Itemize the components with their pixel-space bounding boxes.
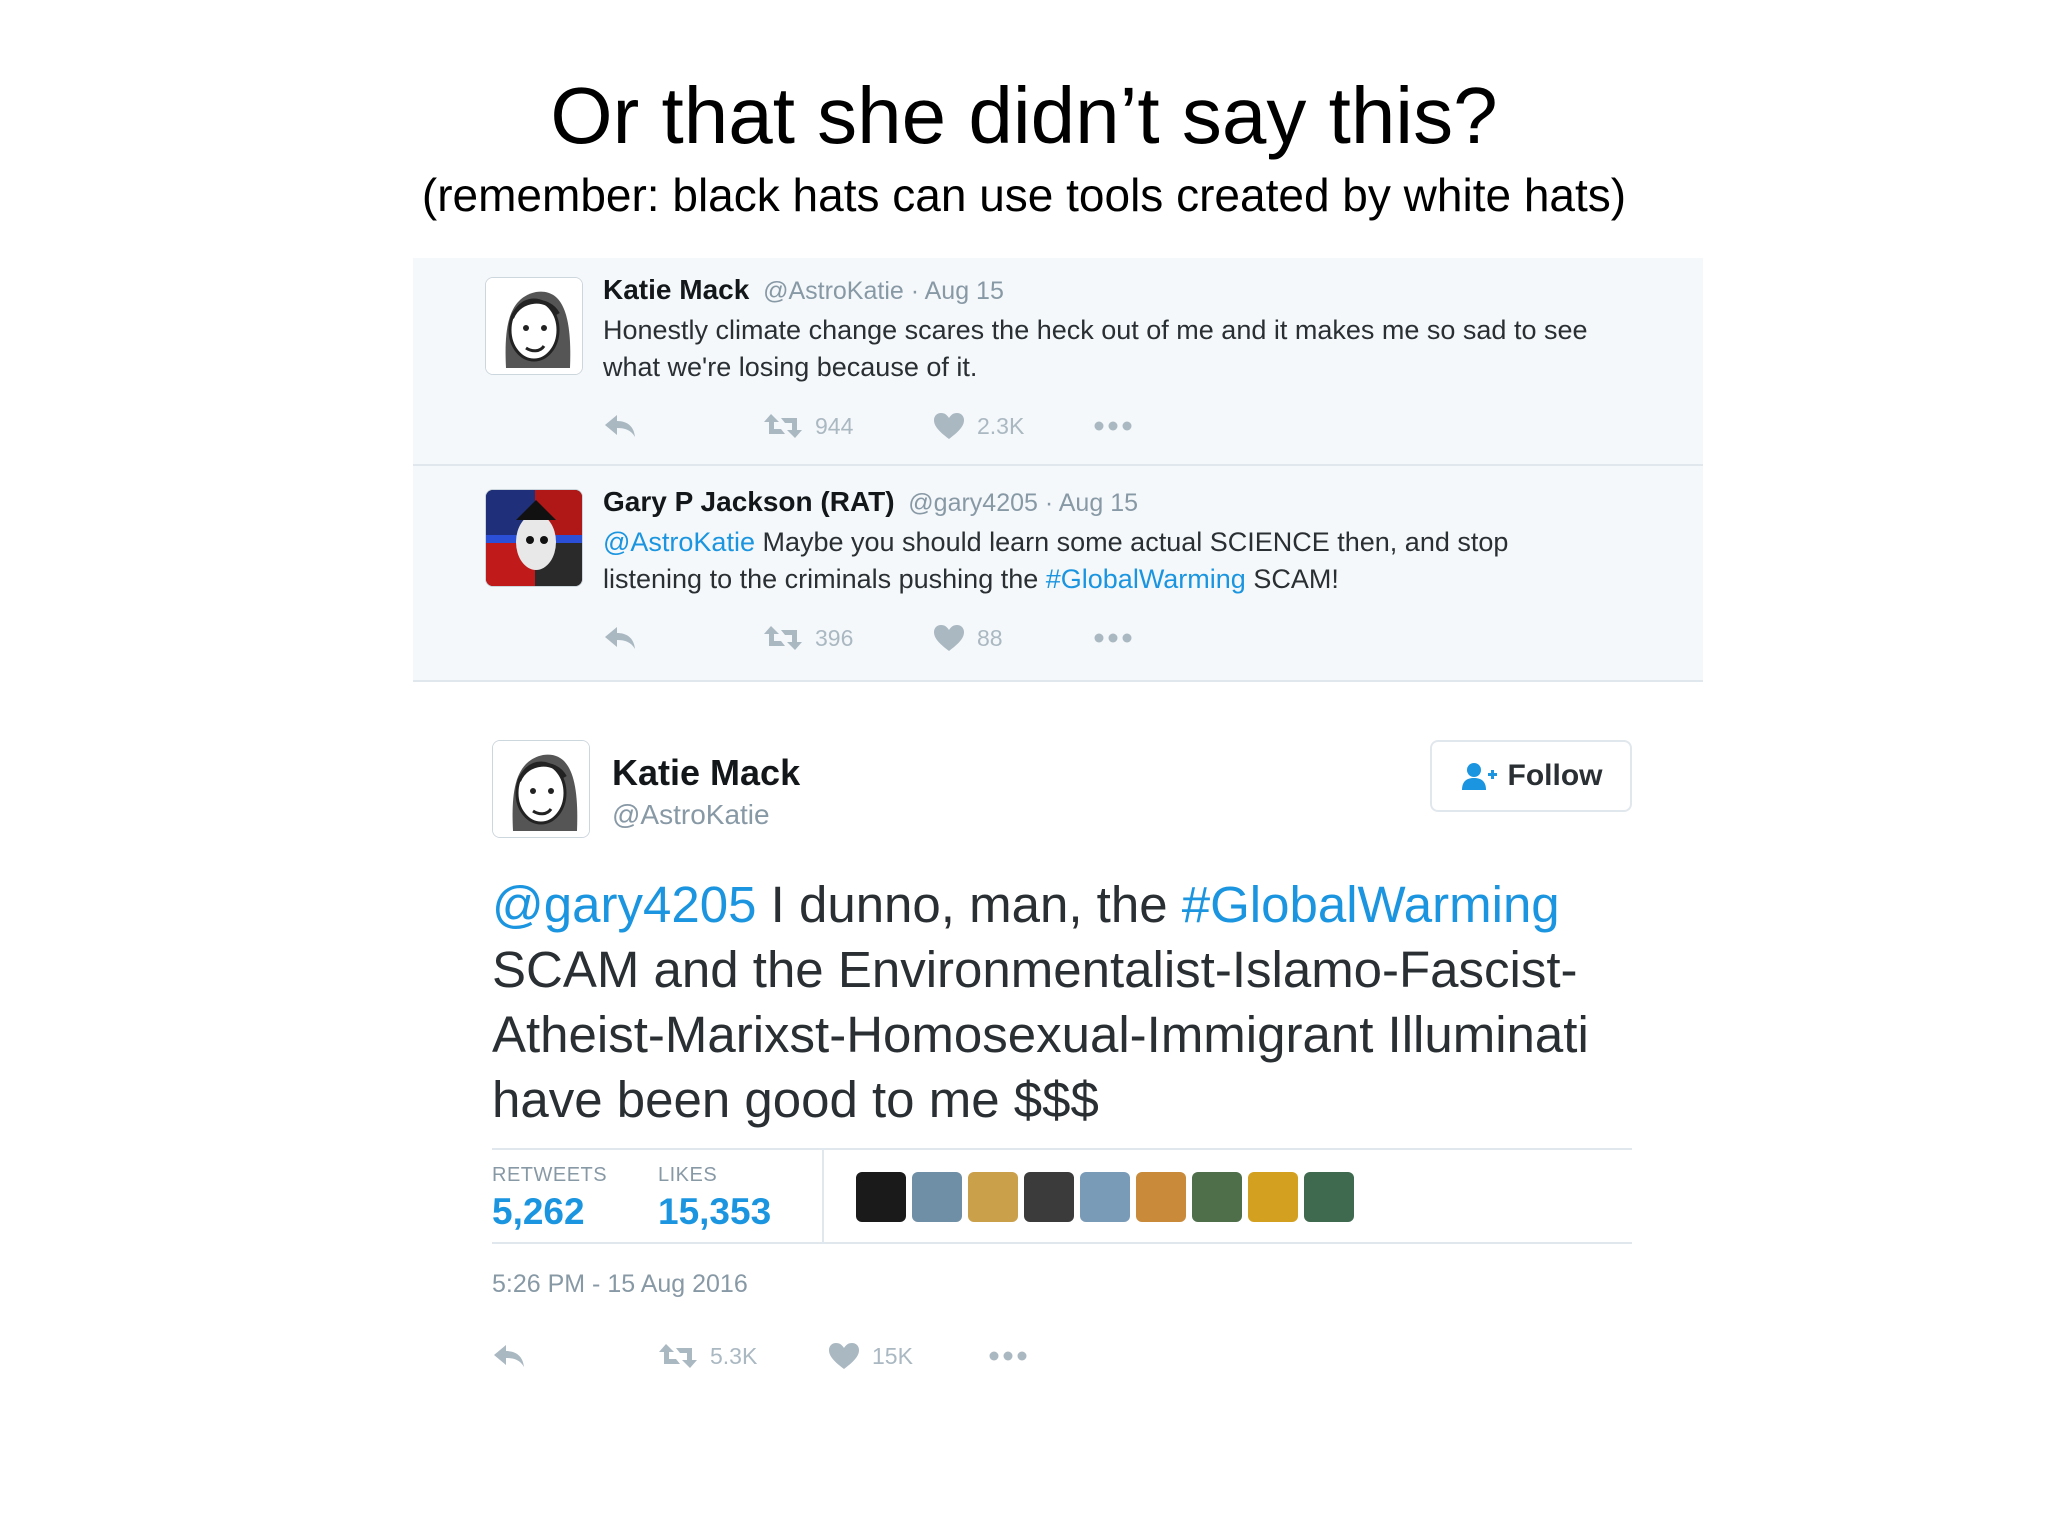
liker-avatar[interactable] bbox=[1080, 1172, 1130, 1222]
retweets-stat[interactable]: RETWEETS 5,262 bbox=[492, 1164, 607, 1233]
reply-arrow-icon bbox=[494, 1345, 524, 1367]
tweet-text-segment: I dunno, man, the bbox=[756, 876, 1182, 933]
hashtag-link[interactable]: #GlobalWarming bbox=[1046, 564, 1246, 594]
tweet-text: @gary4205 I dunno, man, the #GlobalWarmi… bbox=[492, 872, 1632, 1132]
mention-link[interactable]: @gary4205 bbox=[492, 876, 756, 933]
more-dots-icon bbox=[1094, 421, 1132, 431]
tweet-actions: 5.3K 15K bbox=[492, 1336, 1092, 1380]
tweet-actions: 944 2.3K bbox=[603, 406, 1203, 446]
liker-avatar[interactable] bbox=[912, 1172, 962, 1222]
retweet-icon bbox=[764, 626, 802, 650]
liker-avatar[interactable] bbox=[1304, 1172, 1354, 1222]
heart-icon bbox=[934, 413, 964, 439]
hashtag-link[interactable]: #GlobalWarming bbox=[1182, 876, 1560, 933]
author-name[interactable]: Katie Mack bbox=[612, 752, 800, 794]
reply-button[interactable] bbox=[603, 618, 637, 658]
more-dots-icon bbox=[1094, 633, 1132, 643]
tweet-timestamp[interactable]: 5:26 PM - 15 Aug 2016 bbox=[492, 1270, 748, 1299]
reply-button[interactable] bbox=[603, 406, 637, 446]
retweet-count: 5.3K bbox=[710, 1342, 758, 1369]
tweet-text-segment: Honestly climate change scares the heck … bbox=[603, 315, 1588, 382]
author-handle[interactable]: @AstroKatie · Aug 15 bbox=[763, 277, 1004, 305]
more-button[interactable] bbox=[1093, 618, 1133, 658]
like-count: 15K bbox=[872, 1342, 913, 1369]
retweet-count: 944 bbox=[815, 412, 854, 439]
tweet-text-segment: SCAM! bbox=[1245, 564, 1339, 594]
follow-label: Follow bbox=[1507, 759, 1603, 792]
stat-label: LIKES bbox=[658, 1164, 718, 1186]
liker-avatar[interactable] bbox=[1192, 1172, 1242, 1222]
mention-link[interactable]: @AstroKatie bbox=[603, 527, 755, 557]
avatar[interactable] bbox=[492, 740, 590, 838]
author-handle[interactable]: @gary4205 · Aug 15 bbox=[908, 489, 1138, 517]
retweet-button[interactable]: 5.3K bbox=[658, 1336, 757, 1376]
tweet-header: Katie Mack @AstroKatie · Aug 15 bbox=[603, 274, 1004, 306]
like-count: 88 bbox=[977, 624, 1003, 651]
retweet-button[interactable]: 396 bbox=[763, 618, 853, 658]
author-handle[interactable]: @AstroKatie bbox=[612, 799, 770, 831]
stat-value: 5,262 bbox=[492, 1191, 585, 1232]
more-button[interactable] bbox=[1093, 406, 1133, 446]
more-button[interactable] bbox=[988, 1336, 1028, 1376]
slide-title: Or that she didn’t say this? bbox=[550, 71, 1498, 160]
likes-stat[interactable]: LIKES 15,353 bbox=[658, 1164, 771, 1233]
liker-avatar[interactable] bbox=[1024, 1172, 1074, 1222]
tweet-stats: RETWEETS 5,262 LIKES 15,353 bbox=[492, 1148, 1632, 1244]
more-dots-icon bbox=[989, 1351, 1027, 1361]
like-button[interactable]: 15K bbox=[828, 1336, 913, 1376]
heart-icon bbox=[934, 625, 964, 651]
stat-label: RETWEETS bbox=[492, 1164, 608, 1186]
tweet-text: Honestly climate change scares the heck … bbox=[603, 312, 1613, 386]
avatar[interactable] bbox=[485, 489, 583, 587]
author-name[interactable]: Katie Mack bbox=[603, 274, 749, 305]
add-user-icon bbox=[1461, 763, 1497, 790]
retweet-button[interactable]: 944 bbox=[763, 406, 853, 446]
liker-avatar[interactable] bbox=[1136, 1172, 1186, 1222]
retweet-count: 396 bbox=[815, 624, 854, 651]
follow-button[interactable]: Follow bbox=[1430, 740, 1632, 812]
like-count: 2.3K bbox=[977, 412, 1025, 439]
tweet-header: Gary P Jackson (RAT) @gary4205 · Aug 15 bbox=[603, 486, 1138, 518]
heart-icon bbox=[829, 1343, 859, 1369]
reply-arrow-icon bbox=[605, 627, 635, 649]
avatar[interactable] bbox=[485, 277, 583, 375]
reply-button[interactable] bbox=[492, 1336, 526, 1376]
reply-arrow-icon bbox=[605, 415, 635, 437]
main-tweet: Katie Mack @AstroKatie Follow @gary4205 … bbox=[476, 720, 1636, 1400]
liker-avatars bbox=[856, 1172, 1360, 1222]
retweet-icon bbox=[659, 1344, 697, 1368]
reply-thread: Katie Mack @AstroKatie · Aug 15 Honestly… bbox=[413, 258, 1703, 682]
stats-divider bbox=[822, 1150, 824, 1242]
author-name[interactable]: Gary P Jackson (RAT) bbox=[603, 486, 895, 517]
thread-tweet[interactable]: Gary P Jackson (RAT) @gary4205 · Aug 15 … bbox=[413, 470, 1703, 676]
liker-avatar[interactable] bbox=[968, 1172, 1018, 1222]
like-button[interactable]: 2.3K bbox=[933, 406, 1024, 446]
thread-tweet[interactable]: Katie Mack @AstroKatie · Aug 15 Honestly… bbox=[413, 258, 1703, 464]
tweet-actions: 396 88 bbox=[603, 618, 1203, 658]
tweet-text-segment: SCAM and the Environmentalist-Islamo-Fas… bbox=[492, 941, 1589, 1128]
liker-avatar[interactable] bbox=[856, 1172, 906, 1222]
like-button[interactable]: 88 bbox=[933, 618, 1003, 658]
tweet-text: @AstroKatie Maybe you should learn some … bbox=[603, 524, 1613, 598]
thread-divider bbox=[413, 464, 1703, 466]
slide-subtitle: (remember: black hats can use tools crea… bbox=[421, 169, 1627, 221]
retweet-icon bbox=[764, 414, 802, 438]
stat-value: 15,353 bbox=[658, 1191, 772, 1232]
liker-avatar[interactable] bbox=[1248, 1172, 1298, 1222]
